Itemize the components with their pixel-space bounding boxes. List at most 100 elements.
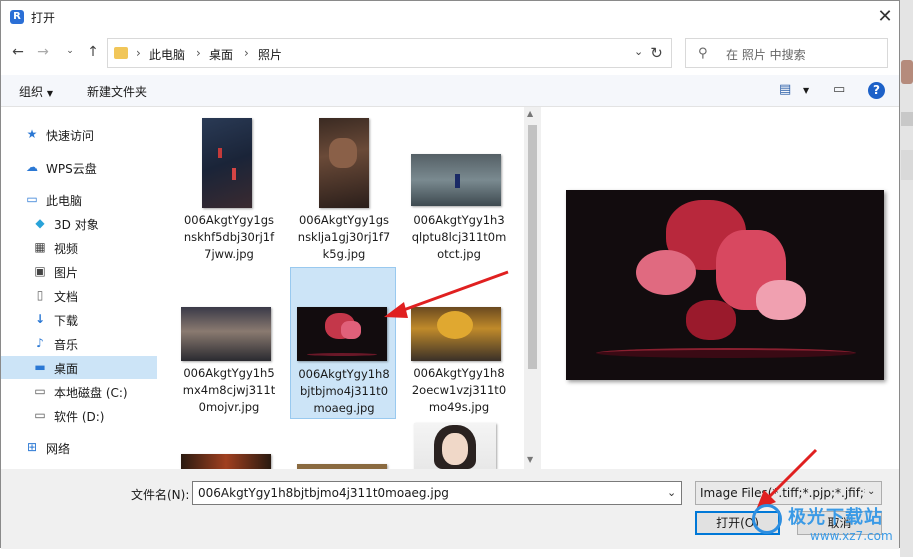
new-folder-button[interactable]: 新建文件夹 <box>87 83 147 100</box>
close-icon[interactable]: ✕ <box>871 3 899 31</box>
sidebar-item-downloads[interactable]: ↓ 下载 <box>1 308 157 331</box>
background-app-fragment <box>901 150 913 180</box>
file-name: 006AkgtYgy1gs nsklja1gj30rj1f7 k5g.jpg <box>297 213 391 261</box>
scrollbar-thumb[interactable] <box>528 125 537 369</box>
file-list: 006AkgtYgy1gs nskhf5dbj30rj1f 7jww.jpg 0… <box>159 107 524 469</box>
sidebar-item-3d-objects[interactable]: ◆ 3D 对象 <box>1 212 157 235</box>
file-name: 006AkgtYgy1h5 mx4m8cjwj311t 0mojvr.jpg <box>182 366 276 414</box>
sidebar-item-label: 视频 <box>54 242 79 256</box>
sidebar-item-quick-access[interactable]: ★ 快速访问 <box>1 123 157 146</box>
sidebar-item-label: WPS云盘 <box>46 162 97 176</box>
organize-menu[interactable]: 组织 ▼ <box>19 83 53 100</box>
breadcrumb-separator-icon: › <box>244 46 249 60</box>
sidebar-item-label: 本地磁盘 (C:) <box>54 386 128 400</box>
drive-icon: ▭ <box>34 384 46 398</box>
help-icon[interactable]: ? <box>868 82 885 99</box>
refresh-icon[interactable]: ↻ <box>642 38 672 68</box>
star-icon: ★ <box>26 127 38 141</box>
sidebar-item-label: 下载 <box>54 314 79 328</box>
file-thumbnail-partial[interactable] <box>181 454 271 469</box>
file-name: 006AkgtYgy1h8 2oecw1vzj311t0 mo49s.jpg <box>411 366 507 414</box>
file-tile[interactable]: 006AkgtYgy1h5 mx4m8cjwj311t 0mojvr.jpg <box>176 268 282 420</box>
command-toolbar: 组织 ▼ 新建文件夹 ▤ ▼ ▭ ? <box>1 75 899 107</box>
sidebar-item-label: 网络 <box>46 442 71 456</box>
preview-image <box>566 190 884 380</box>
cube-icon: ◆ <box>35 216 45 230</box>
sidebar-item-documents[interactable]: ▯ 文档 <box>1 284 157 307</box>
file-tile[interactable]: 006AkgtYgy1h8 2oecw1vzj311t0 mo49s.jpg <box>406 268 512 420</box>
title-bar: R 打开 ✕ <box>1 1 899 33</box>
file-list-scrollbar[interactable]: ▲ ▼ <box>524 107 541 469</box>
sidebar-item-desktop[interactable]: ▬ 桌面 <box>1 356 157 379</box>
download-icon: ↓ <box>34 312 46 326</box>
navigation-bar: ← → ⌄ ↑ › 此电脑 › 桌面 › 照片 ⌄ ↻ ⚲ 在 照片 中搜索 <box>1 33 899 75</box>
sidebar-item-music[interactable]: ♪ 音乐 <box>1 332 157 355</box>
sidebar-item-wps-cloud[interactable]: ☁ WPS云盘 <box>1 156 157 179</box>
background-app-strip <box>900 0 913 557</box>
preview-pane-icon[interactable]: ▭ <box>833 82 845 97</box>
file-name: 006AkgtYgy1h3 qlptu8lcj311t0m otct.jpg <box>411 213 507 261</box>
scroll-up-icon[interactable]: ▲ <box>527 109 533 118</box>
recent-locations-chevron-icon[interactable]: ⌄ <box>61 46 79 64</box>
file-thumbnail-partial[interactable] <box>414 423 496 469</box>
forward-arrow-icon[interactable]: → <box>34 44 52 62</box>
drive-icon: ▭ <box>34 408 46 422</box>
navigation-pane: ★ 快速访问 ☁ WPS云盘 ▭ 此电脑 ◆ 3D 对象 ▦ 视频 ▣ 图片 ▯… <box>1 107 159 469</box>
sidebar-item-local-disk-c[interactable]: ▭ 本地磁盘 (C:) <box>1 380 157 403</box>
back-arrow-icon[interactable]: ← <box>9 44 27 62</box>
search-icon: ⚲ <box>698 46 708 61</box>
app-icon: R <box>10 10 24 24</box>
filename-input[interactable]: 006AkgtYgy1h8bjtbjmo4j311t0moaeg.jpg ⌄ <box>192 481 682 505</box>
watermark-url: www.xz7.com <box>810 529 893 543</box>
sidebar-item-this-pc[interactable]: ▭ 此电脑 <box>1 188 157 211</box>
breadcrumb-separator-icon: › <box>136 46 141 60</box>
address-bar[interactable]: › 此电脑 › 桌面 › 照片 ⌄ <box>107 38 669 68</box>
file-tile[interactable]: 006AkgtYgy1gs nskhf5dbj30rj1f 7jww.jpg <box>176 115 282 267</box>
preview-pane <box>541 107 899 469</box>
search-box[interactable]: ⚲ 在 照片 中搜索 <box>685 38 888 68</box>
breadcrumb-this-pc[interactable]: 此电脑 <box>149 46 185 63</box>
file-thumbnail <box>411 307 501 361</box>
search-placeholder: 在 照片 中搜索 <box>726 48 806 62</box>
file-tile[interactable]: 006AkgtYgy1gs nsklja1gj30rj1f7 k5g.jpg <box>291 115 397 267</box>
view-options-icon[interactable]: ▤ <box>779 82 791 97</box>
music-icon: ♪ <box>36 336 44 350</box>
file-tile[interactable]: 006AkgtYgy1h3 qlptu8lcj311t0m otct.jpg <box>406 115 512 267</box>
watermark: 极光下载站 www.xz7.com <box>752 502 902 548</box>
sidebar-item-label: 软件 (D:) <box>54 410 105 424</box>
breadcrumb-photos[interactable]: 照片 <box>258 46 282 63</box>
sidebar-item-label: 文档 <box>54 290 79 304</box>
document-icon: ▯ <box>36 288 44 302</box>
sidebar-item-label: 快速访问 <box>46 129 95 143</box>
file-thumbnail <box>202 118 252 208</box>
file-tile-selected[interactable]: 006AkgtYgy1h8 bjtbjmo4j311t0 moaeg.jpg <box>290 267 396 419</box>
picture-icon: ▣ <box>34 264 46 278</box>
breadcrumb-desktop[interactable]: 桌面 <box>209 46 233 63</box>
video-icon: ▦ <box>34 240 46 254</box>
file-type-value: Image Files(*.tiff;*.pjp;*.jfif;*. <box>700 486 865 500</box>
organize-dropdown-icon: ▼ <box>46 89 53 98</box>
filename-label: 文件名(N): <box>131 488 190 502</box>
avatar <box>901 60 913 84</box>
sidebar-item-label: 此电脑 <box>46 194 83 208</box>
scroll-down-icon[interactable]: ▼ <box>527 455 533 464</box>
sidebar-item-pictures[interactable]: ▣ 图片 <box>1 260 157 283</box>
file-name: 006AkgtYgy1gs nskhf5dbj30rj1f 7jww.jpg <box>183 213 275 261</box>
sidebar-item-network[interactable]: ⊞ 网络 <box>1 436 157 459</box>
watermark-brand: 极光下载站 <box>788 507 883 528</box>
network-icon: ⊞ <box>26 440 38 454</box>
sidebar-item-label: 3D 对象 <box>54 218 99 232</box>
sidebar-item-label: 音乐 <box>54 338 79 352</box>
file-thumbnail <box>411 154 501 206</box>
sidebar-item-label: 图片 <box>54 266 79 280</box>
file-type-dropdown-icon: ⌄ <box>867 486 876 497</box>
sidebar-item-software-d[interactable]: ▭ 软件 (D:) <box>1 404 157 427</box>
up-arrow-icon[interactable]: ↑ <box>84 44 102 62</box>
organize-label: 组织 <box>19 85 44 99</box>
sidebar-item-videos[interactable]: ▦ 视频 <box>1 236 157 259</box>
dialog-title: 打开 <box>31 11 56 25</box>
filename-dropdown-icon[interactable]: ⌄ <box>667 486 676 499</box>
view-dropdown-icon[interactable]: ▼ <box>803 86 809 95</box>
file-thumbnail <box>297 307 387 361</box>
cloud-icon: ☁ <box>26 160 38 174</box>
